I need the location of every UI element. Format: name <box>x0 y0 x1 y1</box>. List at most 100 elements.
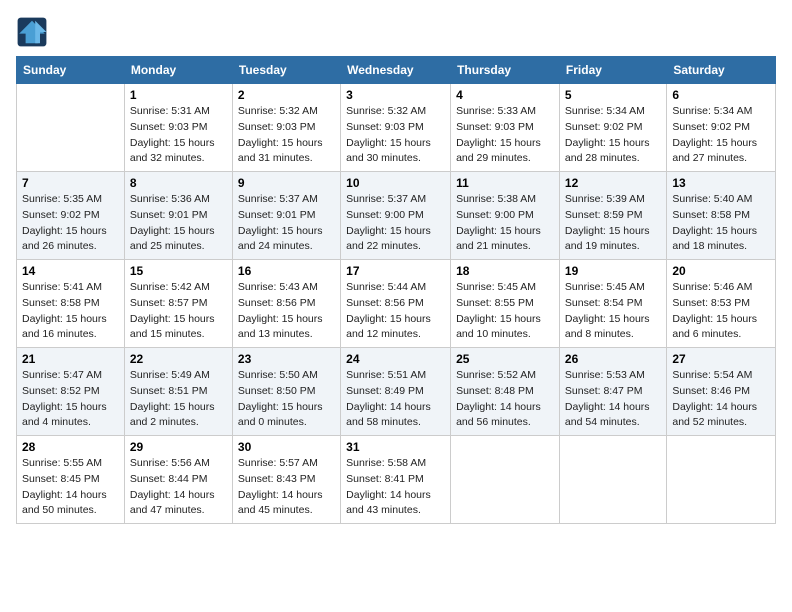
day-number: 3 <box>346 88 445 102</box>
day-number: 27 <box>672 352 770 366</box>
day-number: 17 <box>346 264 445 278</box>
day-info: Sunrise: 5:43 AMSunset: 8:56 PMDaylight:… <box>238 280 335 343</box>
day-cell: 27 Sunrise: 5:54 AMSunset: 8:46 PMDayligh… <box>667 348 776 436</box>
day-info: Sunrise: 5:45 AMSunset: 8:54 PMDaylight:… <box>565 280 661 343</box>
day-cell: 21 Sunrise: 5:47 AMSunset: 8:52 PMDayligh… <box>17 348 125 436</box>
day-cell <box>17 84 125 172</box>
week-row-2: 7 Sunrise: 5:35 AMSunset: 9:02 PMDaylight… <box>17 172 776 260</box>
day-cell: 5 Sunrise: 5:34 AMSunset: 9:02 PMDaylight… <box>559 84 666 172</box>
day-number: 6 <box>672 88 770 102</box>
day-cell <box>667 436 776 524</box>
day-cell: 31 Sunrise: 5:58 AMSunset: 8:41 PMDayligh… <box>341 436 451 524</box>
day-cell: 25 Sunrise: 5:52 AMSunset: 8:48 PMDayligh… <box>451 348 560 436</box>
day-info: Sunrise: 5:42 AMSunset: 8:57 PMDaylight:… <box>130 280 227 343</box>
day-info: Sunrise: 5:58 AMSunset: 8:41 PMDaylight:… <box>346 456 445 519</box>
day-info: Sunrise: 5:31 AMSunset: 9:03 PMDaylight:… <box>130 104 227 167</box>
day-number: 4 <box>456 88 554 102</box>
day-cell <box>451 436 560 524</box>
day-cell: 8 Sunrise: 5:36 AMSunset: 9:01 PMDaylight… <box>124 172 232 260</box>
weekday-header-saturday: Saturday <box>667 57 776 84</box>
day-number: 20 <box>672 264 770 278</box>
day-cell: 6 Sunrise: 5:34 AMSunset: 9:02 PMDaylight… <box>667 84 776 172</box>
day-info: Sunrise: 5:39 AMSunset: 8:59 PMDaylight:… <box>565 192 661 255</box>
day-info: Sunrise: 5:37 AMSunset: 9:00 PMDaylight:… <box>346 192 445 255</box>
calendar-page: SundayMondayTuesdayWednesdayThursdayFrid… <box>0 0 792 612</box>
day-cell <box>559 436 666 524</box>
day-number: 22 <box>130 352 227 366</box>
day-number: 13 <box>672 176 770 190</box>
day-cell: 24Sunrise: 5:51 AMSunset: 8:49 PMDayligh… <box>341 348 451 436</box>
weekday-header-friday: Friday <box>559 57 666 84</box>
day-number: 30 <box>238 440 335 454</box>
day-info: Sunrise: 5:45 AMSunset: 8:55 PMDaylight:… <box>456 280 554 343</box>
weekday-header-sunday: Sunday <box>17 57 125 84</box>
week-row-5: 28 Sunrise: 5:55 AMSunset: 8:45 PMDayligh… <box>17 436 776 524</box>
day-number: 11 <box>456 176 554 190</box>
calendar-table: SundayMondayTuesdayWednesdayThursdayFrid… <box>16 56 776 524</box>
day-cell: 7 Sunrise: 5:35 AMSunset: 9:02 PMDaylight… <box>17 172 125 260</box>
day-info: Sunrise: 5:40 AMSunset: 8:58 PMDaylight:… <box>672 192 770 255</box>
day-number: 25 <box>456 352 554 366</box>
logo <box>16 16 52 48</box>
day-cell: 4 Sunrise: 5:33 AMSunset: 9:03 PMDaylight… <box>451 84 560 172</box>
day-cell: 3 Sunrise: 5:32 AMSunset: 9:03 PMDaylight… <box>341 84 451 172</box>
day-number: 18 <box>456 264 554 278</box>
day-number: 8 <box>130 176 227 190</box>
week-row-1: 1Sunrise: 5:31 AMSunset: 9:03 PMDaylight… <box>17 84 776 172</box>
day-cell: 18 Sunrise: 5:45 AMSunset: 8:55 PMDayligh… <box>451 260 560 348</box>
day-cell: 12Sunrise: 5:39 AMSunset: 8:59 PMDayligh… <box>559 172 666 260</box>
day-cell: 26 Sunrise: 5:53 AMSunset: 8:47 PMDayligh… <box>559 348 666 436</box>
day-number: 16 <box>238 264 335 278</box>
day-cell: 1Sunrise: 5:31 AMSunset: 9:03 PMDaylight… <box>124 84 232 172</box>
day-cell: 19 Sunrise: 5:45 AMSunset: 8:54 PMDayligh… <box>559 260 666 348</box>
day-info: Sunrise: 5:55 AMSunset: 8:45 PMDaylight:… <box>22 456 119 519</box>
weekday-header-wednesday: Wednesday <box>341 57 451 84</box>
day-cell: 15 Sunrise: 5:42 AMSunset: 8:57 PMDayligh… <box>124 260 232 348</box>
day-info: Sunrise: 5:41 AMSunset: 8:58 PMDaylight:… <box>22 280 119 343</box>
day-info: Sunrise: 5:52 AMSunset: 8:48 PMDaylight:… <box>456 368 554 431</box>
weekday-header-tuesday: Tuesday <box>232 57 340 84</box>
weekday-header-thursday: Thursday <box>451 57 560 84</box>
day-info: Sunrise: 5:34 AMSunset: 9:02 PMDaylight:… <box>565 104 661 167</box>
day-info: Sunrise: 5:46 AMSunset: 8:53 PMDaylight:… <box>672 280 770 343</box>
day-number: 14 <box>22 264 119 278</box>
day-cell: 28 Sunrise: 5:55 AMSunset: 8:45 PMDayligh… <box>17 436 125 524</box>
day-info: Sunrise: 5:36 AMSunset: 9:01 PMDaylight:… <box>130 192 227 255</box>
day-info: Sunrise: 5:32 AMSunset: 9:03 PMDaylight:… <box>238 104 335 167</box>
day-info: Sunrise: 5:50 AMSunset: 8:50 PMDaylight:… <box>238 368 335 431</box>
day-cell: 30 Sunrise: 5:57 AMSunset: 8:43 PMDayligh… <box>232 436 340 524</box>
day-info: Sunrise: 5:54 AMSunset: 8:46 PMDaylight:… <box>672 368 770 431</box>
day-number: 10 <box>346 176 445 190</box>
day-number: 15 <box>130 264 227 278</box>
day-info: Sunrise: 5:53 AMSunset: 8:47 PMDaylight:… <box>565 368 661 431</box>
day-number: 28 <box>22 440 119 454</box>
day-cell: 16 Sunrise: 5:43 AMSunset: 8:56 PMDayligh… <box>232 260 340 348</box>
day-number: 23 <box>238 352 335 366</box>
day-cell: 29Sunrise: 5:56 AMSunset: 8:44 PMDayligh… <box>124 436 232 524</box>
day-info: Sunrise: 5:57 AMSunset: 8:43 PMDaylight:… <box>238 456 335 519</box>
day-cell: 10 Sunrise: 5:37 AMSunset: 9:00 PMDayligh… <box>341 172 451 260</box>
day-number: 26 <box>565 352 661 366</box>
weekday-header-monday: Monday <box>124 57 232 84</box>
day-number: 19 <box>565 264 661 278</box>
day-number: 29 <box>130 440 227 454</box>
logo-icon <box>16 16 48 48</box>
day-number: 21 <box>22 352 119 366</box>
week-row-3: 14 Sunrise: 5:41 AMSunset: 8:58 PMDayligh… <box>17 260 776 348</box>
day-cell: 23 Sunrise: 5:50 AMSunset: 8:50 PMDayligh… <box>232 348 340 436</box>
day-info: Sunrise: 5:44 AMSunset: 8:56 PMDaylight:… <box>346 280 445 343</box>
day-info: Sunrise: 5:32 AMSunset: 9:03 PMDaylight:… <box>346 104 445 167</box>
day-info: Sunrise: 5:35 AMSunset: 9:02 PMDaylight:… <box>22 192 119 255</box>
day-info: Sunrise: 5:33 AMSunset: 9:03 PMDaylight:… <box>456 104 554 167</box>
day-info: Sunrise: 5:34 AMSunset: 9:02 PMDaylight:… <box>672 104 770 167</box>
day-info: Sunrise: 5:37 AMSunset: 9:01 PMDaylight:… <box>238 192 335 255</box>
day-info: Sunrise: 5:49 AMSunset: 8:51 PMDaylight:… <box>130 368 227 431</box>
day-number: 5 <box>565 88 661 102</box>
day-info: Sunrise: 5:47 AMSunset: 8:52 PMDaylight:… <box>22 368 119 431</box>
day-number: 9 <box>238 176 335 190</box>
day-cell: 22 Sunrise: 5:49 AMSunset: 8:51 PMDayligh… <box>124 348 232 436</box>
day-cell: 2Sunrise: 5:32 AMSunset: 9:03 PMDaylight… <box>232 84 340 172</box>
day-cell: 13 Sunrise: 5:40 AMSunset: 8:58 PMDayligh… <box>667 172 776 260</box>
day-number: 31 <box>346 440 445 454</box>
day-number: 7 <box>22 176 119 190</box>
